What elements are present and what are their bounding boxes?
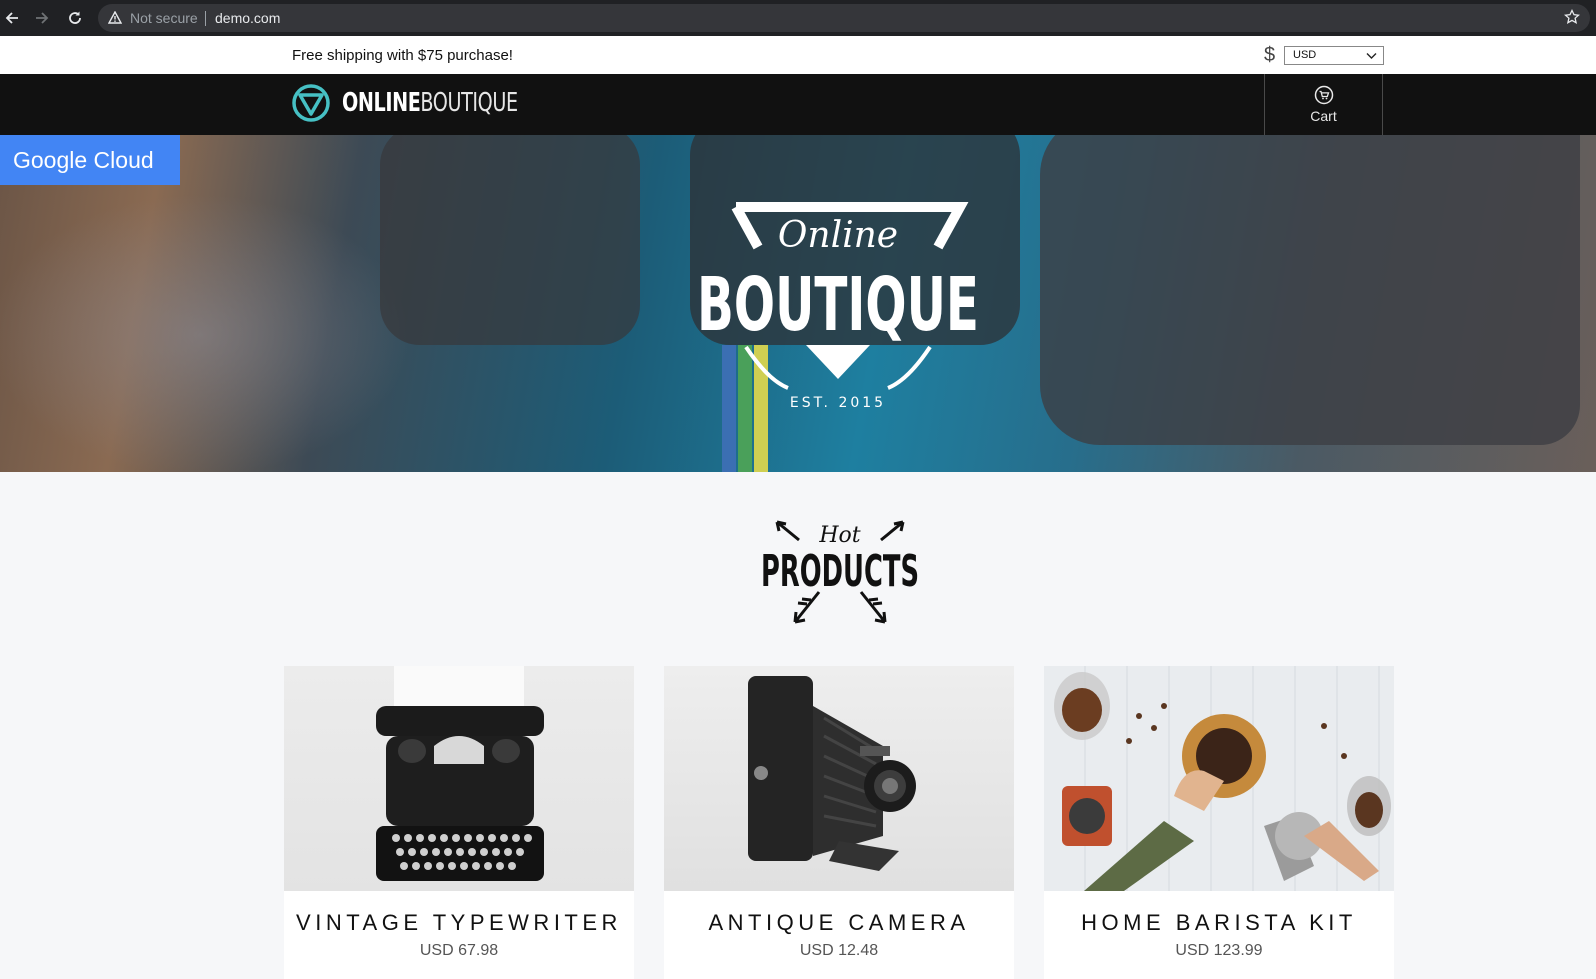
promo-bar: Free shipping with $75 purchase! $ USD — [0, 36, 1596, 74]
hot-script-text: Hot — [818, 523, 860, 548]
product-card[interactable]: ANTIQUE CAMERA USD 12.48 — [664, 666, 1014, 979]
forward-arrow-icon — [36, 12, 49, 24]
hero-headset-right — [1040, 135, 1580, 445]
hero-logo-main: BOUTIQUE — [697, 262, 979, 348]
address-bar[interactable]: Not secure demo.com — [98, 4, 1590, 32]
currency-select[interactable]: USD — [1284, 46, 1384, 65]
logo-wordmark: ONLINEBOUTIQUE — [342, 88, 518, 118]
cart-label: Cart — [1310, 108, 1337, 124]
url-text[interactable]: demo.com — [215, 10, 280, 26]
reload-icon — [69, 11, 81, 24]
forward-button[interactable] — [30, 6, 54, 30]
hero-logo-est: EST. 2015 — [790, 395, 886, 411]
back-arrow-icon — [5, 12, 18, 24]
free-shipping-text: Free shipping with $75 purchase! — [292, 47, 513, 64]
hero-logo-script: Online — [778, 215, 898, 256]
hot-main-text: PRODUCTS — [761, 546, 919, 597]
omnibox-divider — [205, 11, 206, 26]
product-image-typewriter[interactable] — [284, 666, 634, 891]
product-image-camera[interactable] — [664, 666, 1014, 891]
bookmark-star-icon[interactable] — [1564, 9, 1580, 25]
security-status[interactable]: Not secure — [130, 10, 198, 26]
boutique-logo-icon — [292, 84, 330, 122]
currency-selected-value: USD — [1293, 49, 1317, 61]
hot-products-emblem: Hot PRODUCTS — [761, 520, 919, 624]
product-price: USD 12.48 — [799, 942, 879, 959]
chevron-down-icon — [1366, 53, 1377, 59]
product-price: USD 67.98 — [419, 942, 499, 959]
product-price: USD 123.99 — [1175, 942, 1263, 959]
site-header: ONLINEBOUTIQUE Cart — [0, 74, 1596, 135]
hero-boutique-emblem: Online BOUTIQUE EST. 2015 — [697, 202, 979, 411]
typewriter-image — [376, 666, 544, 881]
browser-toolbar: Not secure demo.com — [0, 0, 1596, 36]
barista-kit-image — [1054, 672, 1391, 891]
site-logo[interactable]: ONLINEBOUTIQUE — [292, 84, 556, 122]
warning-icon — [108, 11, 122, 24]
logo-light-text: BOUTIQUE — [420, 88, 518, 118]
camera-image — [748, 676, 916, 871]
cart-icon — [1314, 85, 1333, 105]
back-button[interactable] — [0, 6, 24, 30]
reload-button[interactable] — [63, 6, 87, 30]
product-name[interactable]: HOME BARISTA KIT — [1044, 910, 1394, 936]
google-cloud-badge[interactable]: Google Cloud — [0, 135, 180, 185]
currency-symbol-icon: $ — [1264, 44, 1276, 66]
product-name[interactable]: VINTAGE TYPEWRITER — [284, 910, 634, 936]
cart-button[interactable]: Cart — [1264, 74, 1383, 135]
product-card[interactable]: HOME BARISTA KIT USD 123.99 — [1044, 666, 1394, 979]
product-card[interactable]: VINTAGE TYPEWRITER USD 67.98 — [284, 666, 634, 979]
hero-headset-left — [380, 135, 640, 345]
logo-bold-text: ONLINE — [342, 88, 421, 118]
product-name[interactable]: ANTIQUE CAMERA — [664, 910, 1014, 936]
product-image-barista-kit[interactable] — [1044, 666, 1394, 891]
